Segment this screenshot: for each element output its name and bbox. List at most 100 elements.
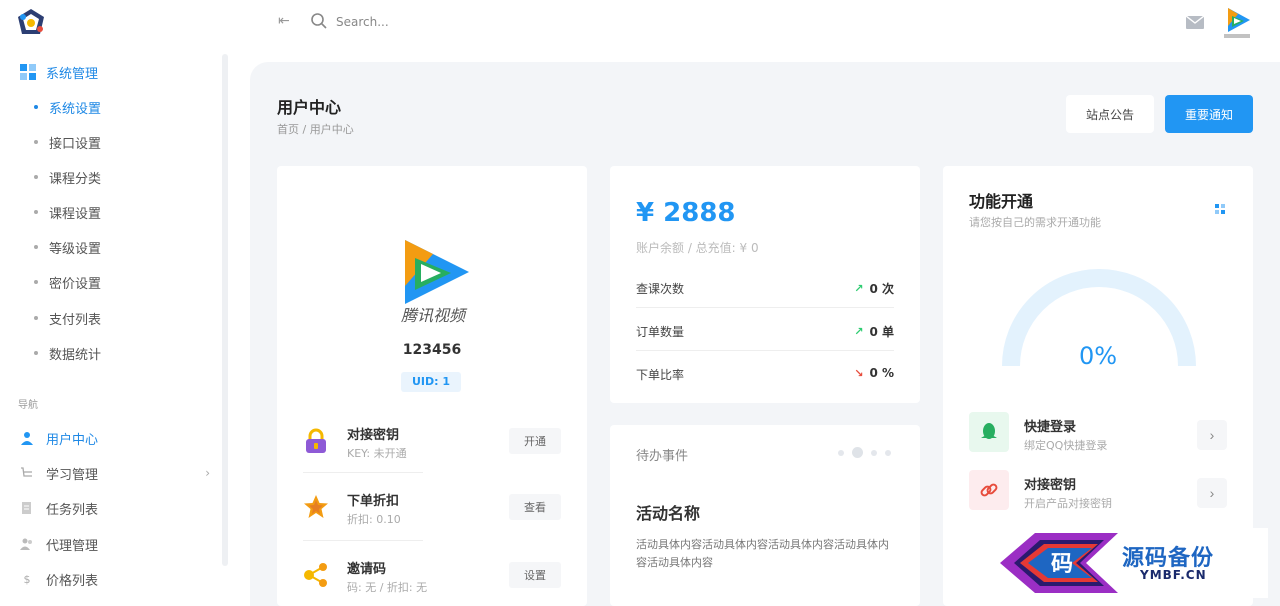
cart-icon xyxy=(20,466,34,480)
page-title: 用户中心 xyxy=(277,98,342,117)
function-row-quick-login: 快捷登录 绑定QQ快捷登录 › xyxy=(969,410,1227,456)
bullet-dot xyxy=(34,280,38,284)
sidebar-item-label: 任务列表 xyxy=(46,502,99,518)
bullet-dot xyxy=(34,351,38,355)
qq-icon xyxy=(969,412,1009,452)
sidebar-item-label: 密价设置 xyxy=(49,276,102,292)
share-icon xyxy=(304,563,327,587)
app-logo-icon[interactable] xyxy=(16,8,46,36)
sidebar-item-statistics[interactable]: 数据统计 xyxy=(34,343,101,363)
stat-value: ↗ 0 次 xyxy=(854,280,894,297)
users-icon xyxy=(20,537,34,551)
gauge-percent: 0% xyxy=(1078,342,1118,370)
todo-title: 待办事件 xyxy=(636,449,689,464)
chevron-right-icon: › xyxy=(205,466,210,480)
carousel-dot[interactable] xyxy=(838,449,844,456)
sidebar-item-label: 价格列表 xyxy=(46,573,99,589)
carousel-dot[interactable] xyxy=(871,449,877,456)
sidebar-item-label: 学习管理 xyxy=(46,467,99,483)
activity-title: 活动名称 xyxy=(636,504,701,523)
sidebar-item-level-settings[interactable]: 等级设置 xyxy=(34,237,101,257)
menu-grid-icon[interactable] xyxy=(1215,204,1225,214)
profile-avatar: 腾讯视频 xyxy=(393,236,473,325)
sidebar-item-label: 等级设置 xyxy=(49,241,102,257)
function-item-title: 快捷登录 xyxy=(1024,420,1077,435)
sidebar-scrollbar[interactable] xyxy=(222,54,228,566)
function-item-subtitle: 开启产品对接密钥 xyxy=(1024,497,1112,510)
link-icon xyxy=(969,470,1009,510)
sidebar-item-label: 数据统计 xyxy=(49,347,102,363)
stat-label: 查课次数 xyxy=(636,282,685,296)
sidebar-item-course-category[interactable]: 课程分类 xyxy=(34,167,101,187)
bullet-dot xyxy=(34,210,38,214)
bullet-dot xyxy=(34,175,38,179)
bullet-dot xyxy=(34,316,38,320)
bullet-dot xyxy=(34,245,38,249)
sidebar-item-label: 系统设置 xyxy=(49,101,102,117)
set-invite-code-button[interactable]: 设置 xyxy=(509,562,561,588)
important-notice-button[interactable]: 重要通知 xyxy=(1165,95,1253,133)
quick-login-arrow-button[interactable]: › xyxy=(1197,420,1227,450)
sidebar-item-course-settings[interactable]: 课程设置 xyxy=(34,202,101,222)
stat-row-order-rate: 下单比率 ↘ 0 % xyxy=(636,352,894,394)
dollar-icon: $ xyxy=(23,572,31,586)
user-avatar[interactable] xyxy=(1222,6,1252,40)
sidebar-item-learning[interactable]: 学习管理 › xyxy=(20,463,210,483)
feature-title: 对接密钥 xyxy=(347,428,400,443)
carousel-indicator[interactable] xyxy=(830,447,891,458)
sidebar-item-label: 代理管理 xyxy=(46,538,99,554)
sidebar-item-label: 用户中心 xyxy=(46,432,99,448)
sidebar-item-system-settings[interactable]: 系统设置 xyxy=(34,97,101,117)
carousel-dot[interactable] xyxy=(885,449,891,456)
carousel-dot-active[interactable] xyxy=(852,447,863,458)
feature-subtitle: 折扣: 0.10 xyxy=(347,513,401,526)
sidebar-item-api-settings[interactable]: 接口设置 xyxy=(34,132,101,152)
stat-value-text: 0 次 xyxy=(869,282,894,296)
todo-card: 待办事件 活动名称 活动具体内容活动具体内容活动具体内容活动具体内容活动具体内容 xyxy=(610,425,920,606)
trend-down-icon: ↘ xyxy=(854,366,864,380)
function-item-title: 对接密钥 xyxy=(1024,478,1077,493)
top-bar: ⇤ xyxy=(0,0,1280,44)
search-input[interactable] xyxy=(336,10,636,34)
trend-up-icon: ↗ xyxy=(854,325,864,338)
sidebar-item-task-list[interactable]: 任务列表 xyxy=(20,498,210,518)
breadcrumb[interactable]: 首页 / 用户中心 xyxy=(277,121,354,137)
sidebar-item-user-center[interactable]: 用户中心 xyxy=(20,428,210,448)
grid-icon xyxy=(20,64,36,80)
stat-value: ↗ 0 单 xyxy=(854,323,894,340)
feature-subtitle: 码: 无 / 折扣: 无 xyxy=(347,581,428,594)
feature-title: 下单折扣 xyxy=(347,494,400,509)
nav-section-label: 导航 xyxy=(18,400,38,411)
sidebar-item-label: 课程分类 xyxy=(49,171,102,187)
mail-icon[interactable] xyxy=(1186,16,1204,29)
sidebar-item-price-settings[interactable]: 密价设置 xyxy=(34,272,101,292)
enable-api-key-button[interactable]: 开通 xyxy=(509,428,561,454)
trend-up-icon: ↗ xyxy=(854,282,864,295)
bullet-dot xyxy=(34,105,38,109)
stat-value-text: 0 单 xyxy=(869,325,894,339)
avatar-caption: 腾讯视频 xyxy=(400,306,465,325)
sidebar-item-price-list[interactable]: $ 价格列表 xyxy=(20,569,210,589)
view-discount-button[interactable]: 查看 xyxy=(509,494,561,520)
sidebar-item-label: 接口设置 xyxy=(49,136,102,152)
stat-value: ↘ 0 % xyxy=(854,366,894,380)
sidebar-group-system[interactable]: 系统管理 xyxy=(20,62,98,82)
sidebar-item-payment-list[interactable]: 支付列表 xyxy=(34,308,101,328)
divider xyxy=(303,472,423,473)
function-subtitle: 请您按自己的需求开通功能 xyxy=(969,216,1101,229)
feature-subtitle: KEY: 未开通 xyxy=(347,447,407,460)
star-icon xyxy=(304,495,328,518)
profile-username: 123456 xyxy=(402,342,462,358)
balance-amount: ¥ 2888 xyxy=(636,198,736,228)
search-icon[interactable] xyxy=(310,12,328,30)
stat-label: 下单比率 xyxy=(636,368,685,382)
lock-icon xyxy=(306,428,326,453)
sidebar-item-agent[interactable]: 代理管理 xyxy=(20,534,210,554)
sidebar-collapse-icon[interactable]: ⇤ xyxy=(278,13,296,31)
api-key-arrow-button[interactable]: › xyxy=(1197,478,1227,508)
stat-row-order-count: 订单数量 ↗ 0 单 xyxy=(636,309,894,351)
function-title: 功能开通 xyxy=(969,192,1034,211)
site-notice-button[interactable]: 站点公告 xyxy=(1066,95,1154,133)
divider xyxy=(303,540,423,541)
document-icon xyxy=(20,501,34,515)
